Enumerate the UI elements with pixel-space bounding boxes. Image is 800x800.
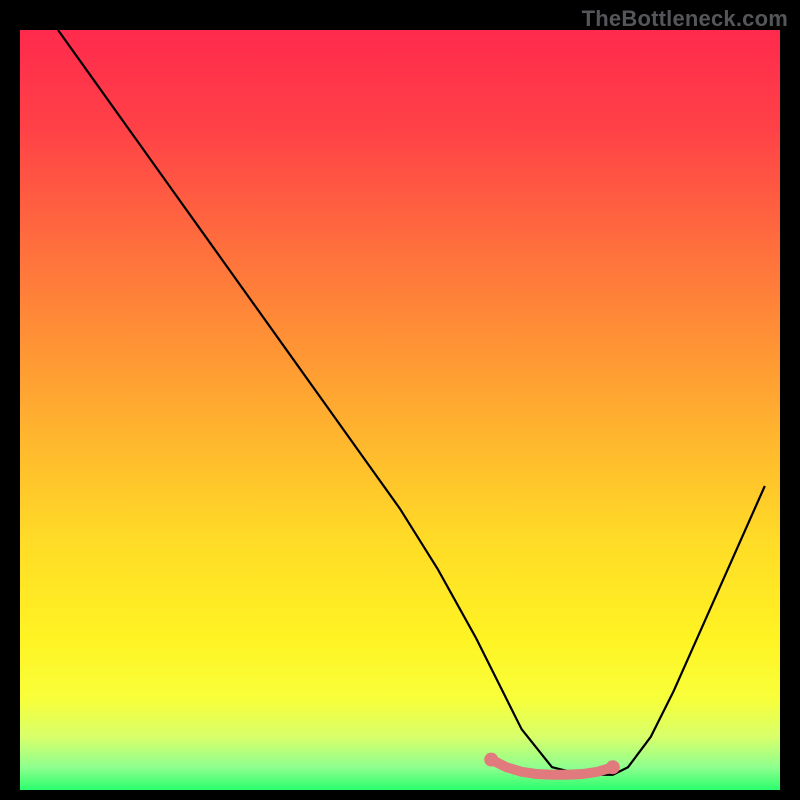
chart-svg — [20, 30, 780, 790]
gradient-background — [20, 30, 780, 790]
watermark-text: TheBottleneck.com — [582, 6, 788, 32]
optimal-range-endpoint — [606, 760, 620, 774]
chart-frame: TheBottleneck.com — [0, 0, 800, 800]
optimal-range-endpoint — [484, 753, 498, 767]
plot-outer — [20, 30, 780, 790]
